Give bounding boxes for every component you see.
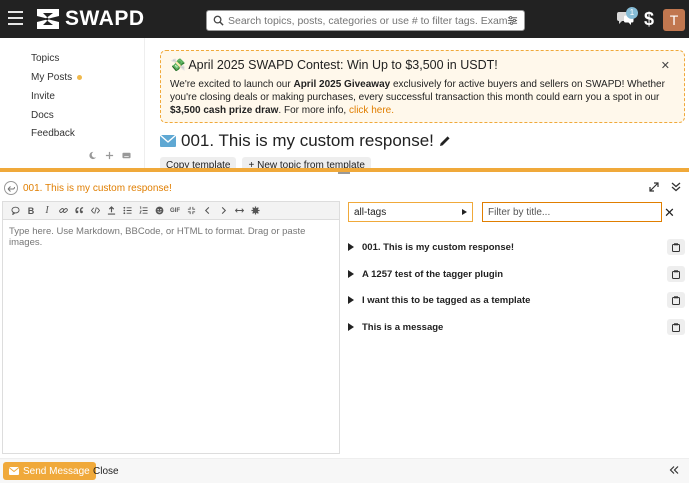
- composer-footer: Send Message Close: [0, 458, 689, 483]
- link-icon[interactable]: [55, 203, 71, 219]
- template-title[interactable]: This is a message: [362, 322, 667, 333]
- chevron-left-icon[interactable]: [199, 203, 215, 219]
- moon-icon[interactable]: [88, 151, 97, 160]
- banner-bold-text: April 2025 Giveaway: [293, 79, 391, 90]
- tag-filter-select[interactable]: all-tags: [348, 202, 473, 222]
- caret-right-icon: [348, 270, 354, 278]
- close-composer-link[interactable]: Close: [93, 466, 119, 477]
- caret-right-icon: [348, 323, 354, 331]
- sidebar-item-topics[interactable]: Topics: [31, 53, 59, 64]
- numbered-list-icon[interactable]: [135, 203, 151, 219]
- copy-icon[interactable]: [667, 292, 685, 308]
- toggle-direction-icon[interactable]: [231, 203, 247, 219]
- copy-icon[interactable]: [667, 239, 685, 255]
- composer-reply-title[interactable]: 001. This is my custom response!: [23, 183, 172, 194]
- gif-icon[interactable]: GIF: [167, 203, 183, 219]
- banner-body: We're excited to launch our April 2025 G…: [170, 78, 675, 117]
- template-title[interactable]: 001. This is my custom response!: [362, 242, 667, 253]
- upload-icon[interactable]: [103, 203, 119, 219]
- editor-toolbar: B I GIF: [3, 202, 339, 220]
- banner-title: 💸 April 2025 SWAPD Contest: Win Up to $3…: [170, 58, 498, 72]
- sidebar-item-docs[interactable]: Docs: [31, 110, 54, 121]
- markdown-editor: B I GIF: [2, 201, 340, 454]
- unread-dot: [77, 74, 83, 80]
- filter-icon[interactable]: [507, 15, 518, 26]
- emoji-icon[interactable]: [151, 203, 167, 219]
- notification-badge: 1: [626, 7, 638, 19]
- search-bar[interactable]: [206, 10, 525, 31]
- sidebar-item-feedback[interactable]: Feedback: [31, 128, 75, 139]
- quote-icon[interactable]: [7, 203, 23, 219]
- composer-controls: [649, 182, 681, 192]
- envelope-icon: [9, 467, 19, 475]
- topic-title-text: 001. This is my custom response!: [181, 131, 434, 150]
- dollar-icon[interactable]: $: [644, 9, 654, 30]
- search-icon: [213, 15, 224, 26]
- caret-right-icon: [348, 296, 354, 304]
- plus-icon[interactable]: [105, 151, 114, 160]
- code-icon[interactable]: [87, 203, 103, 219]
- composer-grip[interactable]: [338, 172, 350, 174]
- sidebar: Topics My Posts Invite Docs Feedback: [0, 38, 145, 168]
- clear-filter-icon[interactable]: ✕: [664, 205, 675, 221]
- editor-textarea[interactable]: [3, 220, 339, 453]
- banner-link[interactable]: click here.: [349, 105, 394, 116]
- chevron-right-icon[interactable]: [215, 203, 231, 219]
- tag-filter-value: all-tags: [354, 206, 387, 218]
- banner-text: We're excited to launch our: [170, 79, 294, 90]
- send-label: Send Message: [23, 465, 90, 477]
- page-title: 001. This is my custom response!: [160, 131, 451, 151]
- sidebar-item-label: Docs: [31, 110, 54, 121]
- sidebar-item-label: Invite: [31, 91, 55, 102]
- collapse-icon[interactable]: [671, 182, 681, 192]
- close-icon[interactable]: ✕: [661, 59, 670, 72]
- search-input[interactable]: [228, 14, 507, 27]
- sidebar-tools: [88, 151, 131, 160]
- avatar[interactable]: T: [663, 9, 685, 31]
- bullet-list-icon[interactable]: [119, 203, 135, 219]
- hamburger-icon[interactable]: [8, 11, 23, 25]
- expand-icon[interactable]: [649, 182, 659, 192]
- template-filter-input[interactable]: [482, 202, 662, 222]
- keyboard-icon[interactable]: [122, 151, 131, 160]
- sidebar-item-label: My Posts: [31, 72, 73, 83]
- logo-text: SWAPD: [65, 7, 145, 30]
- send-message-button[interactable]: Send Message: [3, 462, 96, 480]
- bold-icon[interactable]: B: [23, 203, 39, 219]
- sidebar-item-label: Topics: [31, 53, 60, 64]
- caret-right-icon: [462, 209, 467, 215]
- contest-banner: 💸 April 2025 SWAPD Contest: Win Up to $3…: [160, 50, 685, 123]
- copy-icon[interactable]: [667, 266, 685, 282]
- site-header: SWAPD 1 $ T: [0, 0, 689, 38]
- template-title[interactable]: A 1257 test of the tagger plugin: [362, 269, 667, 280]
- fullscreen-icon[interactable]: [183, 203, 199, 219]
- composer-reply-row: 001. This is my custom response!: [4, 181, 172, 195]
- template-title[interactable]: I want this to be tagged as a template: [362, 295, 667, 306]
- reply-icon[interactable]: [4, 181, 18, 195]
- template-item[interactable]: A 1257 test of the tagger plugin: [348, 265, 685, 283]
- site-logo[interactable]: SWAPD: [35, 6, 145, 32]
- template-item[interactable]: I want this to be tagged as a template: [348, 291, 685, 309]
- sidebar-item-my-posts[interactable]: My Posts: [31, 72, 83, 83]
- gear-icon[interactable]: [247, 203, 263, 219]
- caret-right-icon: [348, 243, 354, 251]
- envelope-icon: [160, 135, 176, 147]
- banner-text: . For more info,: [278, 105, 349, 116]
- composer: 001. This is my custom response! B I GIF: [0, 168, 689, 483]
- copy-icon[interactable]: [667, 319, 685, 335]
- double-chevron-left-icon[interactable]: [669, 465, 679, 475]
- swapd-logo-icon: [37, 9, 59, 29]
- italic-icon[interactable]: I: [39, 203, 55, 219]
- template-item[interactable]: 001. This is my custom response!: [348, 238, 685, 256]
- blockquote-icon[interactable]: [71, 203, 87, 219]
- sidebar-item-invite[interactable]: Invite: [31, 91, 55, 102]
- pencil-icon[interactable]: [439, 135, 451, 147]
- sidebar-item-label: Feedback: [31, 128, 75, 139]
- template-item[interactable]: This is a message: [348, 318, 685, 336]
- banner-bold-text: $3,500 cash prize draw: [170, 105, 279, 116]
